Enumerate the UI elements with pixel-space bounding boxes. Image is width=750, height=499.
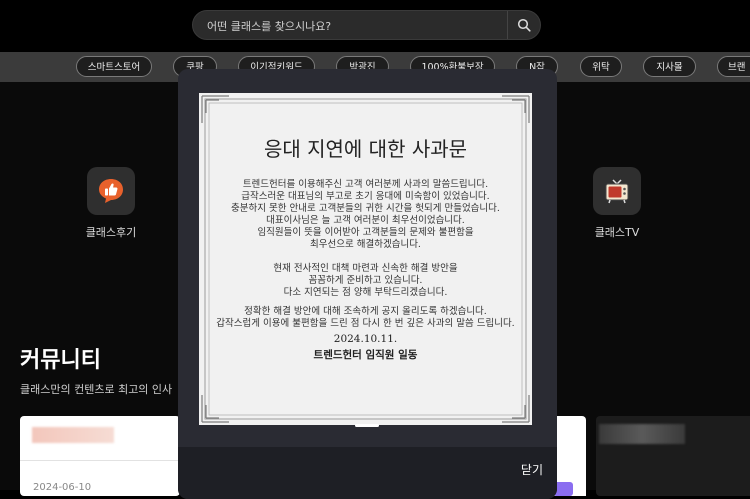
tag-chip[interactable]: 지사몰 [643, 56, 696, 77]
search-icon [517, 18, 531, 32]
notice-line: 최우선으로 해결하겠습니다. [310, 239, 421, 250]
category-label: 클래스TV [594, 226, 640, 239]
community-title: 커뮤니티 [20, 348, 101, 373]
category-label: 클래스후기 [85, 226, 137, 239]
top-bar [0, 0, 750, 52]
blurred-thumbnail [599, 424, 685, 444]
notice-paragraph: 트렌드헌터를 이용해주신 고객 여러분께 사과의 말씀드립니다. 급작스러운 대… [199, 179, 532, 251]
category-class-review[interactable]: 클래스후기 [71, 167, 151, 240]
search-button[interactable] [507, 11, 540, 39]
notice-title: 응대 지연에 대한 사과문 [263, 137, 468, 161]
notice-line: 급작스러운 대표님의 부고로 초기 응대에 미숙함이 있었습니다. [241, 191, 490, 202]
notice-line: 현재 전사적인 대책 마련과 신속한 해결 방안을 [273, 263, 458, 274]
search-input[interactable] [205, 16, 509, 36]
notice-paragraph: 현재 전사적인 대책 마련과 신속한 해결 방안을 꼼꼼하게 준비하고 있습니다… [199, 263, 532, 299]
post-date: 2024-06-10 [33, 482, 92, 493]
notice-line: 갑작스럽게 이용에 불편함을 드린 점 다시 한 번 깊은 사과의 말씀 드립니… [216, 318, 515, 329]
notice-date: 2024.10.11. [333, 333, 398, 345]
tag-chip[interactable]: 스마트스토어 [76, 56, 152, 77]
notice-line: 꼼꼼하게 준비하고 있습니다. [308, 275, 423, 286]
notice-line: 충분하지 못한 안내로 고객분들의 귀한 시간을 헛되게 만들었습니다. [231, 203, 500, 214]
category-icon-box [593, 167, 641, 215]
notice-modal: 응대 지연에 대한 사과문 트렌드헌터를 이용해주신 고객 여러분께 사과의 말… [178, 69, 557, 499]
category-class-tv[interactable]: 클래스TV [577, 167, 657, 240]
notice-line: 정확한 해결 방안에 대해 조속하게 공지 올리도록 하겠습니다. [244, 306, 487, 317]
slide-indicator[interactable] [355, 424, 379, 427]
notice-line: 다소 지연되는 점 양해 부탁드리겠습니다. [283, 287, 448, 298]
community-post-card[interactable]: 2024-06-10 [20, 416, 180, 496]
blurred-thumbnail [32, 427, 114, 443]
apology-notice-image: 응대 지연에 대한 사과문 트렌드헌터를 이용해주신 고객 여러분께 사과의 말… [199, 93, 532, 425]
close-button[interactable]: 닫기 [521, 461, 543, 478]
tag-chip[interactable]: 위탁 [580, 56, 622, 77]
notice-paragraph: 정확한 해결 방안에 대해 조속하게 공지 올리도록 하겠습니다. 갑작스럽게 … [199, 306, 532, 330]
tv-icon [605, 179, 629, 204]
modal-footer: 닫기 [178, 447, 557, 499]
divider [20, 460, 180, 461]
notice-signature: 트렌드헌터 임직원 일동 [313, 349, 418, 361]
notice-line: 임직원들이 뜻을 이어받아 고객분들의 문제와 불편함을 [257, 227, 474, 238]
tag-chip[interactable]: 브랜 [717, 56, 750, 77]
community-post-card[interactable] [596, 416, 750, 496]
community-subtitle: 클래스만의 컨텐츠로 최고의 인사 [20, 383, 173, 396]
search-bar [192, 10, 541, 40]
thumbs-up-icon [99, 179, 123, 203]
category-icon-box [87, 167, 135, 215]
notice-line: 트렌드헌터를 이용해주신 고객 여러분께 사과의 말씀드립니다. [242, 179, 489, 190]
notice-line: 대표이사님은 늘 고객 여러분이 최우선이었습니다. [266, 215, 465, 226]
